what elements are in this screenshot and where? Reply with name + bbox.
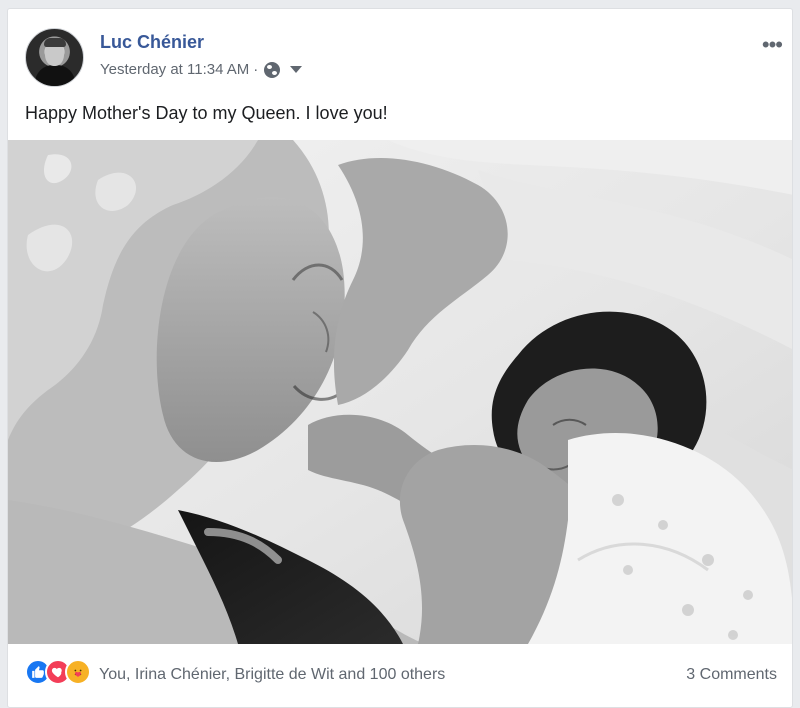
reactions-text[interactable]: You, Irina Chénier, Brigitte de Wit and … [99,666,445,684]
more-options-icon[interactable]: ••• [762,32,783,58]
author-name[interactable]: Luc Chénier [100,32,204,53]
post-timestamp[interactable]: Yesterday at 11:34 AM [100,61,249,78]
post-card: Luc Chénier Yesterday at 11:34 AM · ••• … [7,8,793,708]
meta-separator: · [253,61,259,78]
avatar-hair [44,38,66,47]
post-photo[interactable] [8,140,792,644]
globe-icon [264,61,281,78]
avatar[interactable] [25,28,84,87]
post-header: Luc Chénier Yesterday at 11:34 AM · ••• [25,28,785,88]
photo-illustration [8,140,792,644]
post-meta: Yesterday at 11:34 AM · [100,61,303,78]
post-text: Happy Mother's Day to my Queen. I love y… [25,103,388,123]
avatar-shirt [35,65,75,86]
post-footer: You, Irina Chénier, Brigitte de Wit and … [25,659,777,693]
privacy-dropdown-chevron-down-icon[interactable] [290,66,303,73]
reactions-summary[interactable] [25,659,91,685]
comments-count[interactable]: 3 Comments [686,666,777,684]
care-icon [65,659,91,685]
